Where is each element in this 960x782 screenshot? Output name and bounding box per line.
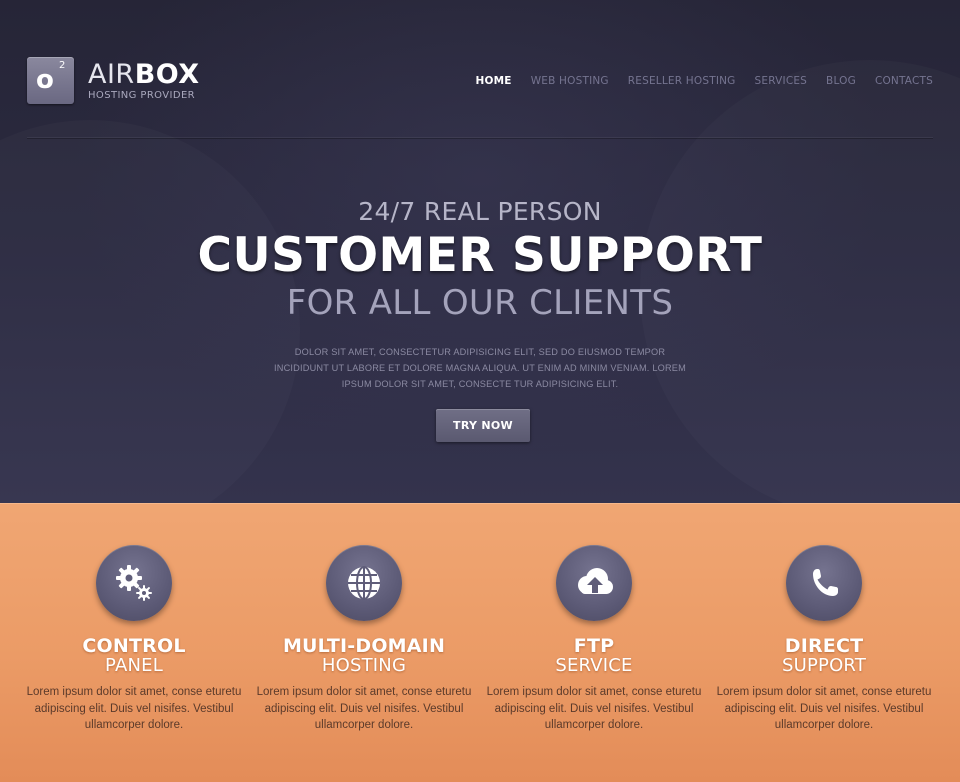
globe-icon[interactable] <box>326 545 402 621</box>
feature-text-line: Lorem ipsum dolor sit amet, conse eturet… <box>256 686 472 698</box>
hero-description: DOLOR SIT AMET, CONSECTETUR ADIPISICING … <box>270 344 690 392</box>
feature-text-line: Lorem ipsum dolor sit amet, conse eturet… <box>486 686 702 698</box>
feature-subtitle: SERVICE <box>555 655 633 676</box>
feature-text: Lorem ipsum dolor sit amet, conse eturet… <box>249 684 479 734</box>
hero-description-line: INCIDIDUNT UT LABORE ET DOLORE MAGNA ALI… <box>273 363 686 373</box>
feature-text-line: Lorem ipsum dolor sit amet, conse eturet… <box>26 686 242 698</box>
feature-subtitle: PANEL <box>105 655 163 676</box>
logo-mark-letter: o <box>36 65 54 95</box>
hero-headline-line3: FOR ALL OUR CLIENTS <box>286 283 674 323</box>
logo-mark-superscript: 2 <box>59 60 66 71</box>
phone-icon[interactable] <box>786 545 862 621</box>
gears-icon[interactable] <box>96 545 172 621</box>
nav-item-blog[interactable]: BLOG <box>826 75 856 87</box>
logo-name-light: AIR <box>88 58 135 90</box>
feature-title: CONTROL <box>82 635 186 657</box>
feature-text-line: adipiscing elit. Duis vel nisifes. Vesti… <box>494 702 694 715</box>
nav-item-web-hosting[interactable]: WEB HOSTING <box>531 75 609 87</box>
feature-text-line: adipiscing elit. Duis vel nisifes. Vesti… <box>34 702 234 715</box>
try-now-button[interactable]: TRY NOW <box>436 409 530 442</box>
hero-description-line: DOLOR SIT AMET, CONSECTETUR ADIPISICING … <box>294 347 666 357</box>
feature-text-line: ullamcorper dolore. <box>774 719 874 731</box>
feature-text: Lorem ipsum dolor sit amet, conse eturet… <box>19 684 249 734</box>
logo-name: AIRBOX <box>88 58 200 90</box>
feature-text-line: Lorem ipsum dolor sit amet, conse eturet… <box>716 686 932 698</box>
logo-mark: o 2 <box>27 57 74 104</box>
feature-title: FTP <box>573 635 615 657</box>
feature-text-line: ullamcorper dolore. <box>314 719 414 731</box>
hero-description-line: IPSUM DOLOR SIT AMET, CONSECTE TUR ADIPI… <box>341 379 619 389</box>
feature-text: Lorem ipsum dolor sit amet, conse eturet… <box>709 684 939 734</box>
feature-subtitle: HOSTING <box>321 655 407 676</box>
nav-item-reseller-hosting[interactable]: RESELLER HOSTING <box>628 75 736 87</box>
nav-item-contacts[interactable]: CONTACTS <box>875 75 933 87</box>
logo-name-bold: BOX <box>134 58 200 90</box>
feature-subtitle: SUPPORT <box>781 655 867 676</box>
feature-title: DIRECT <box>784 635 864 657</box>
cloud-upload-icon[interactable] <box>556 545 632 621</box>
nav-item-services[interactable]: SERVICES <box>755 75 808 87</box>
feature-text-line: adipiscing elit. Duis vel nisifes. Vesti… <box>264 702 464 715</box>
hero-section: o 2 AIRBOX HOSTING PROVIDER HOME WEB HOS… <box>0 0 960 503</box>
features-section: CONTROL PANEL Lorem ipsum dolor sit amet… <box>0 503 960 782</box>
nav-item-home[interactable]: HOME <box>476 75 512 87</box>
feature-text: Lorem ipsum dolor sit amet, conse eturet… <box>479 684 709 734</box>
logo-text: AIRBOX HOSTING PROVIDER <box>88 58 200 101</box>
feature-text-line: ullamcorper dolore. <box>544 719 644 731</box>
feature-text-line: ullamcorper dolore. <box>84 719 184 731</box>
hero-headline-line2: CUSTOMER SUPPORT <box>197 228 763 283</box>
header-divider <box>27 137 933 138</box>
logo-tagline: HOSTING PROVIDER <box>88 89 196 101</box>
hero-headline-line1: 24/7 REAL PERSON <box>358 197 602 226</box>
logo[interactable]: o 2 AIRBOX HOSTING PROVIDER <box>27 57 200 104</box>
feature-title: MULTI-DOMAIN <box>282 635 446 657</box>
feature-text-line: adipiscing elit. Duis vel nisifes. Vesti… <box>724 702 924 715</box>
main-nav: HOME WEB HOSTING RESELLER HOSTING SERVIC… <box>457 75 933 87</box>
